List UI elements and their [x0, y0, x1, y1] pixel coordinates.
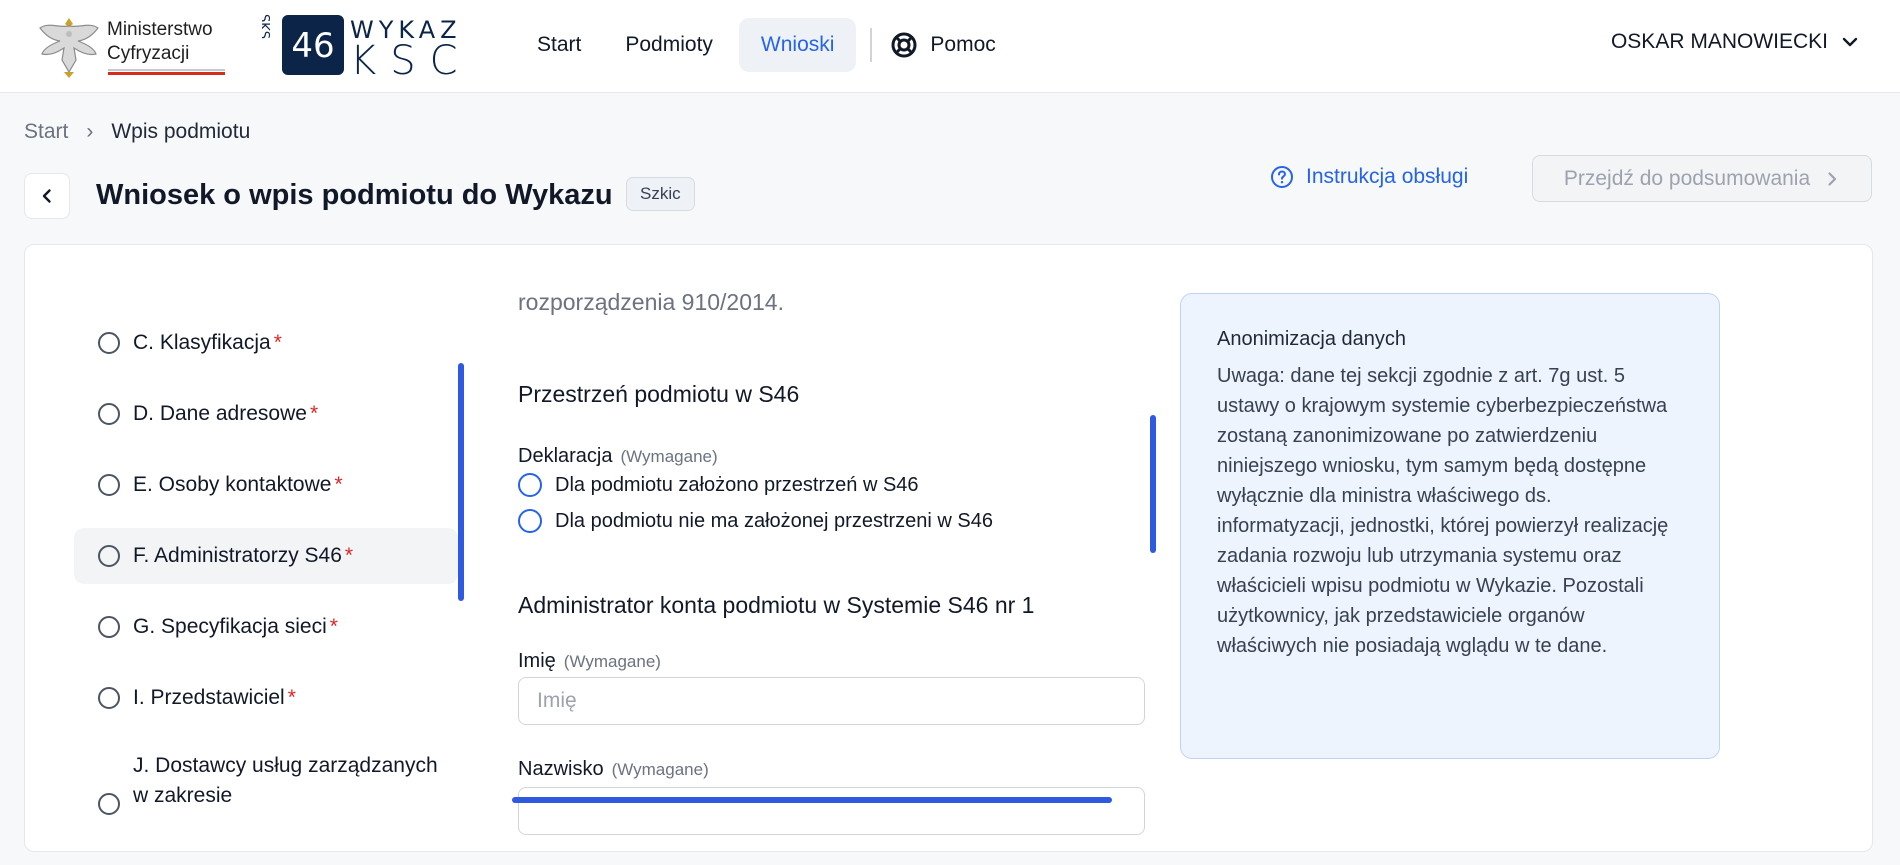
nav-divider [870, 28, 873, 62]
step-label: F. Administratorzy S46 [133, 544, 342, 567]
declaration-option-has-space[interactable]: Dla podmiotu założono przestrzeń w S46 [518, 473, 919, 497]
breadcrumb-separator: › [86, 120, 94, 143]
step-j-providers[interactable]: J. Dostawcy usług zarządzanych w zakresi… [98, 751, 458, 815]
ministry-line-1: Ministerstwo [107, 19, 213, 40]
radio-button[interactable] [518, 473, 542, 497]
steps-navigation: C. Klasyfikacja * D. Dane adresowe * E. Os… [74, 245, 484, 851]
content-scrollbar[interactable] [1150, 415, 1156, 553]
last-name-label-text: Nazwisko [518, 758, 604, 780]
step-status-circle [98, 332, 120, 354]
nav-entities[interactable]: Podmioty [603, 18, 735, 72]
admin-section-title: Administrator konta podmiotu w Systemie … [518, 592, 1035, 618]
info-box-body: Uwaga: dane tej sekcji zgodnie z art. 7g… [1217, 365, 1669, 657]
required-asterisk: * [344, 544, 354, 567]
first-name-input[interactable] [518, 677, 1145, 725]
step-e-contacts[interactable]: E. Osoby kontaktowe * [98, 457, 478, 513]
step-label: G. Specyfikacja sieci [133, 615, 327, 638]
required-hint: (Wymagane) [611, 760, 709, 779]
nav-applications[interactable]: Wnioski [738, 18, 857, 72]
user-name: OSKAR MANOWIECKI [1610, 30, 1828, 53]
question-circle-icon [1271, 166, 1293, 188]
declaration-label: Deklaracja (Wymagane) [518, 445, 718, 468]
ministry-logo[interactable]: Ministerstwo Cyfryzacji [38, 12, 228, 82]
summary-button-label: Przejdź do podsumowania [1563, 166, 1811, 190]
last-name-input[interactable] [518, 787, 1145, 835]
declaration-option-no-space[interactable]: Dla podmiotu nie ma założonej przestrzen… [518, 509, 993, 533]
back-button[interactable] [24, 173, 70, 219]
breadcrumb: Start › Wpis podmiotu [24, 120, 250, 144]
steps-scrollbar[interactable] [458, 363, 464, 601]
first-name-label: Imię (Wymagane) [518, 650, 661, 673]
chevron-down-icon [1842, 37, 1858, 47]
step-status-circle [98, 545, 120, 567]
step-d-address[interactable]: D. Dane adresowe * [98, 386, 478, 442]
step-label: I. Przedstawiciel [133, 686, 285, 709]
radio-button[interactable] [518, 509, 542, 533]
last-name-label: Nazwisko (Wymagane) [518, 758, 709, 781]
chevron-left-icon [42, 189, 51, 203]
instructions-link[interactable]: Instrukcja obsługi [1270, 165, 1468, 189]
step-label: E. Osoby kontaktowe [133, 473, 332, 496]
ministry-underline-gray [108, 69, 225, 71]
step-label: C. Klasyfikacja [133, 331, 271, 354]
ministry-underline-red [108, 72, 225, 75]
svg-text:KSC: KSC [350, 38, 472, 78]
nav-start[interactable]: Start [515, 18, 603, 72]
step-status-circle [98, 616, 120, 638]
option-label: Dla podmiotu założono przestrzeń w S46 [555, 473, 919, 496]
top-bar: Ministerstwo Cyfryzacji SKS 46 WYKAZ KSC… [0, 0, 1900, 93]
status-badge: Szkic [626, 177, 695, 211]
s46-wykaz-ksc-logo[interactable]: SKS 46 WYKAZ KSC [262, 14, 507, 78]
declaration-label-text: Deklaracja [518, 445, 613, 467]
option-label: Dla podmiotu nie ma założonej przestrzen… [555, 509, 993, 532]
info-box-title: Anonimizacja danych [1217, 328, 1406, 350]
form-card: C. Klasyfikacja * D. Dane adresowe * E. Os… [24, 244, 1873, 852]
svg-text:SKS: SKS [262, 14, 271, 39]
step-status-circle [98, 687, 120, 709]
step-g-network[interactable]: G. Specyfikacja sieci * [98, 599, 478, 655]
ministry-name: Ministerstwo Cyfryzacji [107, 18, 213, 66]
svg-text:46: 46 [291, 26, 334, 66]
required-asterisk: * [309, 402, 319, 425]
required-hint: (Wymagane) [620, 447, 718, 466]
step-status-circle [98, 403, 120, 425]
nav-help[interactable]: Pomoc [880, 18, 1017, 72]
breadcrumb-start[interactable]: Start [24, 120, 68, 144]
first-name-label-text: Imię [518, 650, 556, 672]
required-asterisk: * [273, 331, 282, 354]
step-status-circle [98, 474, 120, 496]
step-status-circle [98, 793, 120, 815]
step-label: J. Dostawcy usług zarządzanych w zakresi… [133, 754, 438, 807]
horizontal-scrollbar[interactable] [512, 797, 1112, 803]
breadcrumb-current: Wpis podmiotu [111, 120, 251, 143]
lifebuoy-icon [891, 32, 917, 58]
form-content: rozporządzenia 910/2014. Przestrzeń podm… [518, 245, 1178, 851]
go-to-summary-button[interactable]: Przejdź do podsumowania [1532, 155, 1872, 202]
step-f-admins[interactable]: F. Administratorzy S46 * [74, 528, 458, 584]
main-navigation: Start Podmioty Wnioski Pomoc [515, 18, 1018, 72]
required-asterisk: * [287, 686, 296, 709]
previous-section-text: rozporządzenia 910/2014. [518, 289, 784, 315]
user-menu[interactable]: OSKAR MANOWIECKI [1611, 30, 1860, 54]
instructions-label: Instrukcja obsługi [1306, 165, 1469, 188]
ministry-line-2: Cyfryzacji [107, 43, 190, 64]
step-c-classification[interactable]: C. Klasyfikacja * [98, 315, 478, 371]
step-i-representative[interactable]: I. Przedstawiciel * [98, 670, 478, 726]
anonymization-info-box: Anonimizacja danych Uwaga: dane tej sekc… [1180, 293, 1720, 759]
required-asterisk: * [329, 615, 338, 638]
page-title: Wniosek o wpis podmiotu do Wykazu [96, 179, 613, 211]
chevron-right-icon [1828, 171, 1837, 186]
step-label: D. Dane adresowe [133, 402, 307, 425]
required-asterisk: * [334, 473, 343, 496]
eagle-emblem-icon [39, 18, 99, 78]
required-hint: (Wymagane) [563, 652, 661, 671]
nav-help-label: Pomoc [930, 33, 996, 56]
space-section-title: Przestrzeń podmiotu w S46 [518, 381, 800, 407]
